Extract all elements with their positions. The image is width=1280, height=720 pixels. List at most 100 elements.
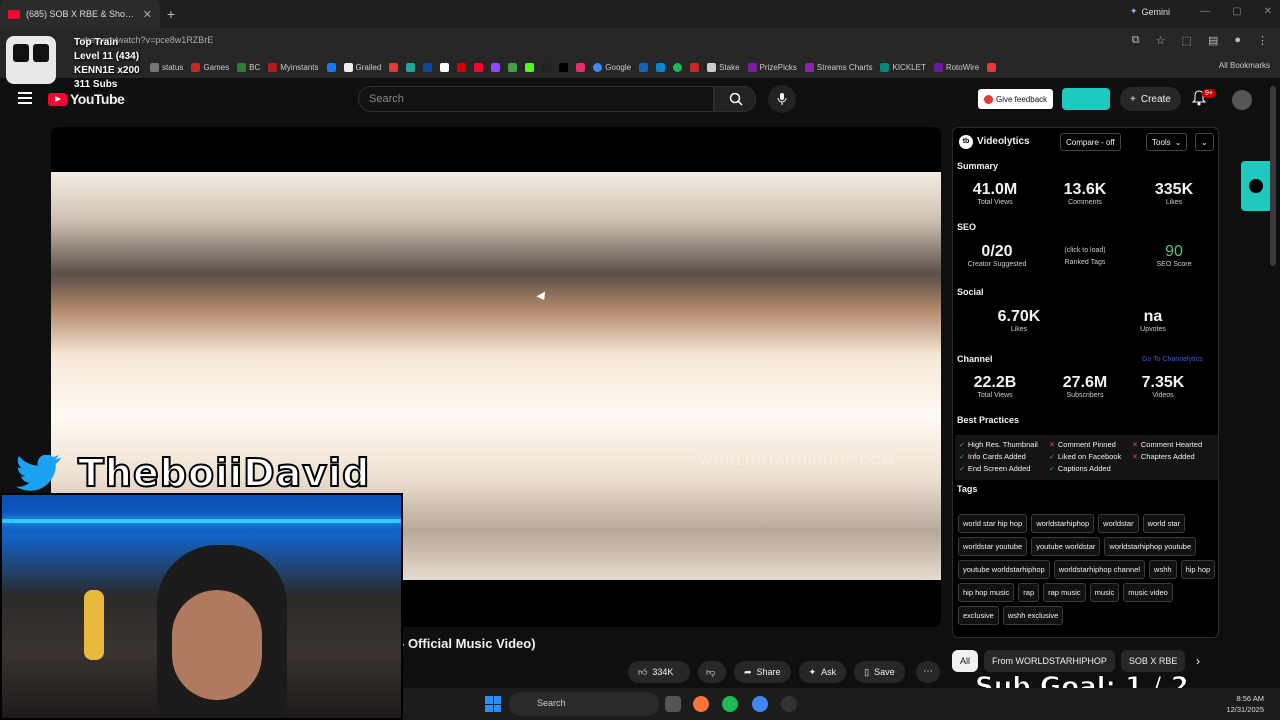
channelytics-link[interactable]: Go To Channelytics [1142,356,1203,363]
page-scrollbar[interactable] [1270,86,1276,266]
address-bar-icons: ⧉ ☆ ⬚ ▤ ● ⋮ [1132,34,1268,47]
tag-chip[interactable]: wshh exclusive [1002,606,1064,625]
bookmark-icon[interactable] [656,62,666,72]
tag-chip[interactable]: world star [1142,514,1186,533]
new-tab-button[interactable]: + [160,6,182,22]
bookmark-star-icon[interactable]: ☆ [1156,34,1166,47]
bookmark-icon[interactable] [690,62,700,72]
browser-menu-icon[interactable]: ⋮ [1257,34,1268,47]
bookmark-icon[interactable] [508,62,518,72]
bookmark-icon[interactable] [389,62,399,72]
like-button[interactable]: 👍︎ 334K [628,661,690,683]
bookmark-icon[interactable] [639,62,649,72]
tools-dropdown[interactable]: Tools ⌄ [1146,133,1188,151]
tag-chip[interactable]: rap [1018,583,1040,602]
task-view-icon[interactable] [665,696,681,712]
obs-icon[interactable] [781,696,797,712]
extensions-icon[interactable]: ⬚ [1182,34,1192,47]
tag-chip[interactable]: hip hop music [958,583,1015,602]
close-tab-icon[interactable]: ✕ [143,8,152,21]
tag-chip[interactable]: rap music [1043,583,1086,602]
bookmark-item[interactable]: KICKLET [880,62,926,72]
chip-from-channel[interactable]: From WORLDSTARHIPHOP [984,650,1115,672]
chrome-icon[interactable] [752,696,768,712]
bookmark-item[interactable]: Streams Charts [804,62,872,72]
dislike-button[interactable]: 👎︎ [698,661,726,683]
tag-chip[interactable]: hip hop [1180,560,1216,579]
minimize-icon[interactable]: — [1200,6,1210,17]
profile-icon[interactable]: ● [1234,34,1241,47]
tag-chip[interactable]: worldstar [1098,514,1139,533]
tag-chip[interactable]: worldstarhiphop [1031,514,1095,533]
best-practices-grid: ✓ High Res. Thumbnail ✕ Comment Pinned ✕ Co… [955,435,1218,480]
tag-chip[interactable]: worldstarhiphop youtube [1104,537,1197,556]
search-input[interactable]: Search [358,86,714,112]
tag-chip[interactable]: world star hip hop [958,514,1028,533]
bookmark-item[interactable]: status [150,62,183,72]
bookmark-spotify-icon[interactable] [673,62,683,72]
share-button[interactable]: ➦ Share [734,661,791,683]
bookmark-icon[interactable] [440,62,450,72]
gemini-button[interactable]: ✦ Gemini [1130,6,1170,17]
bookmark-item[interactable]: RotoWire [933,62,979,72]
bookmark-item[interactable]: Games [191,62,229,72]
maximize-icon[interactable]: ▢ [1232,6,1241,17]
sidepanel-icon[interactable]: ▤ [1208,34,1218,47]
seo-ranked-tags[interactable]: (click to load) Ranked Tags [1045,243,1125,266]
videolytics-side-tab[interactable] [1241,161,1271,211]
videolytics-toggle-button[interactable] [1062,88,1110,110]
chip-all[interactable]: All [952,650,979,672]
create-button[interactable]: + Create [1120,87,1181,111]
bookmark-item[interactable]: PrizePicks [747,62,797,72]
bookmark-icon[interactable] [457,62,467,72]
bookmark-kick-icon[interactable] [525,62,535,72]
tag-chip[interactable]: exclusive [958,606,999,625]
bookmark-item[interactable]: Grailed [343,62,381,72]
bookmark-icon[interactable] [423,62,433,72]
install-icon[interactable]: ⧉ [1132,34,1140,47]
taskbar-search[interactable]: Search [509,692,659,716]
save-button[interactable]: ▯ Save [854,661,905,683]
close-window-icon[interactable]: ✕ [1264,6,1272,17]
bookmark-x-icon[interactable] [559,62,569,72]
streamer-face [172,590,262,700]
system-clock[interactable]: 8:56 AM 12/31/2025 [1226,693,1264,715]
bookmark-icon[interactable] [406,62,416,72]
bookmark-twitch-icon[interactable] [491,62,501,72]
bookmark-icon[interactable] [987,62,997,72]
tag-chip[interactable]: youtube worldstar [1031,537,1101,556]
tag-chip[interactable]: worldstar youtube [958,537,1028,556]
tag-chip[interactable]: music [1089,583,1120,602]
bookmark-item[interactable]: BC [237,62,260,72]
bookmark-tiktok-icon[interactable] [542,62,552,72]
chip-sob-x-rbe[interactable]: SOB X RBE [1120,650,1186,672]
bookmark-youtube-icon[interactable] [474,62,484,72]
give-feedback-button[interactable]: Give feedback [978,89,1054,109]
youtube-logo[interactable]: YouTube [48,91,125,107]
more-actions-icon[interactable]: ⋯ [916,661,940,683]
sub-count: 311 Subs [74,79,118,90]
spotify-icon[interactable] [722,696,738,712]
tag-chip[interactable]: youtube worldstarhiphop [958,560,1050,579]
bookmark-item[interactable]: Stake [707,62,740,72]
collapse-panel-button[interactable]: ⌄ [1195,133,1214,151]
tag-chip[interactable]: worldstarhiphop channel [1053,560,1146,579]
firefox-icon[interactable] [693,696,709,712]
ask-button[interactable]: ✦ Ask [798,661,847,683]
tag-chip[interactable]: wshh [1149,560,1177,579]
bookmark-instagram-icon[interactable] [576,62,586,72]
chevron-right-icon[interactable]: › [1196,654,1200,668]
tag-chip[interactable]: music video [1123,583,1173,602]
voice-search-button[interactable] [768,85,796,113]
account-avatar[interactable] [1232,90,1252,110]
all-bookmarks-button[interactable]: All Bookmarks [1219,61,1270,70]
search-button[interactable] [714,86,756,112]
compare-button[interactable]: Compare - off [1060,133,1121,151]
bookmark-facebook-icon[interactable] [326,62,336,72]
twitter-bird-icon [16,455,61,491]
windows-start-icon[interactable] [485,696,501,712]
browser-tab-active[interactable]: (685) SOB X RBE & Shoreline ✕ [0,0,160,28]
bookmark-item[interactable]: Google [593,62,631,72]
hamburger-menu-icon[interactable] [18,92,32,104]
bookmark-item[interactable]: Myinstants [268,62,319,72]
